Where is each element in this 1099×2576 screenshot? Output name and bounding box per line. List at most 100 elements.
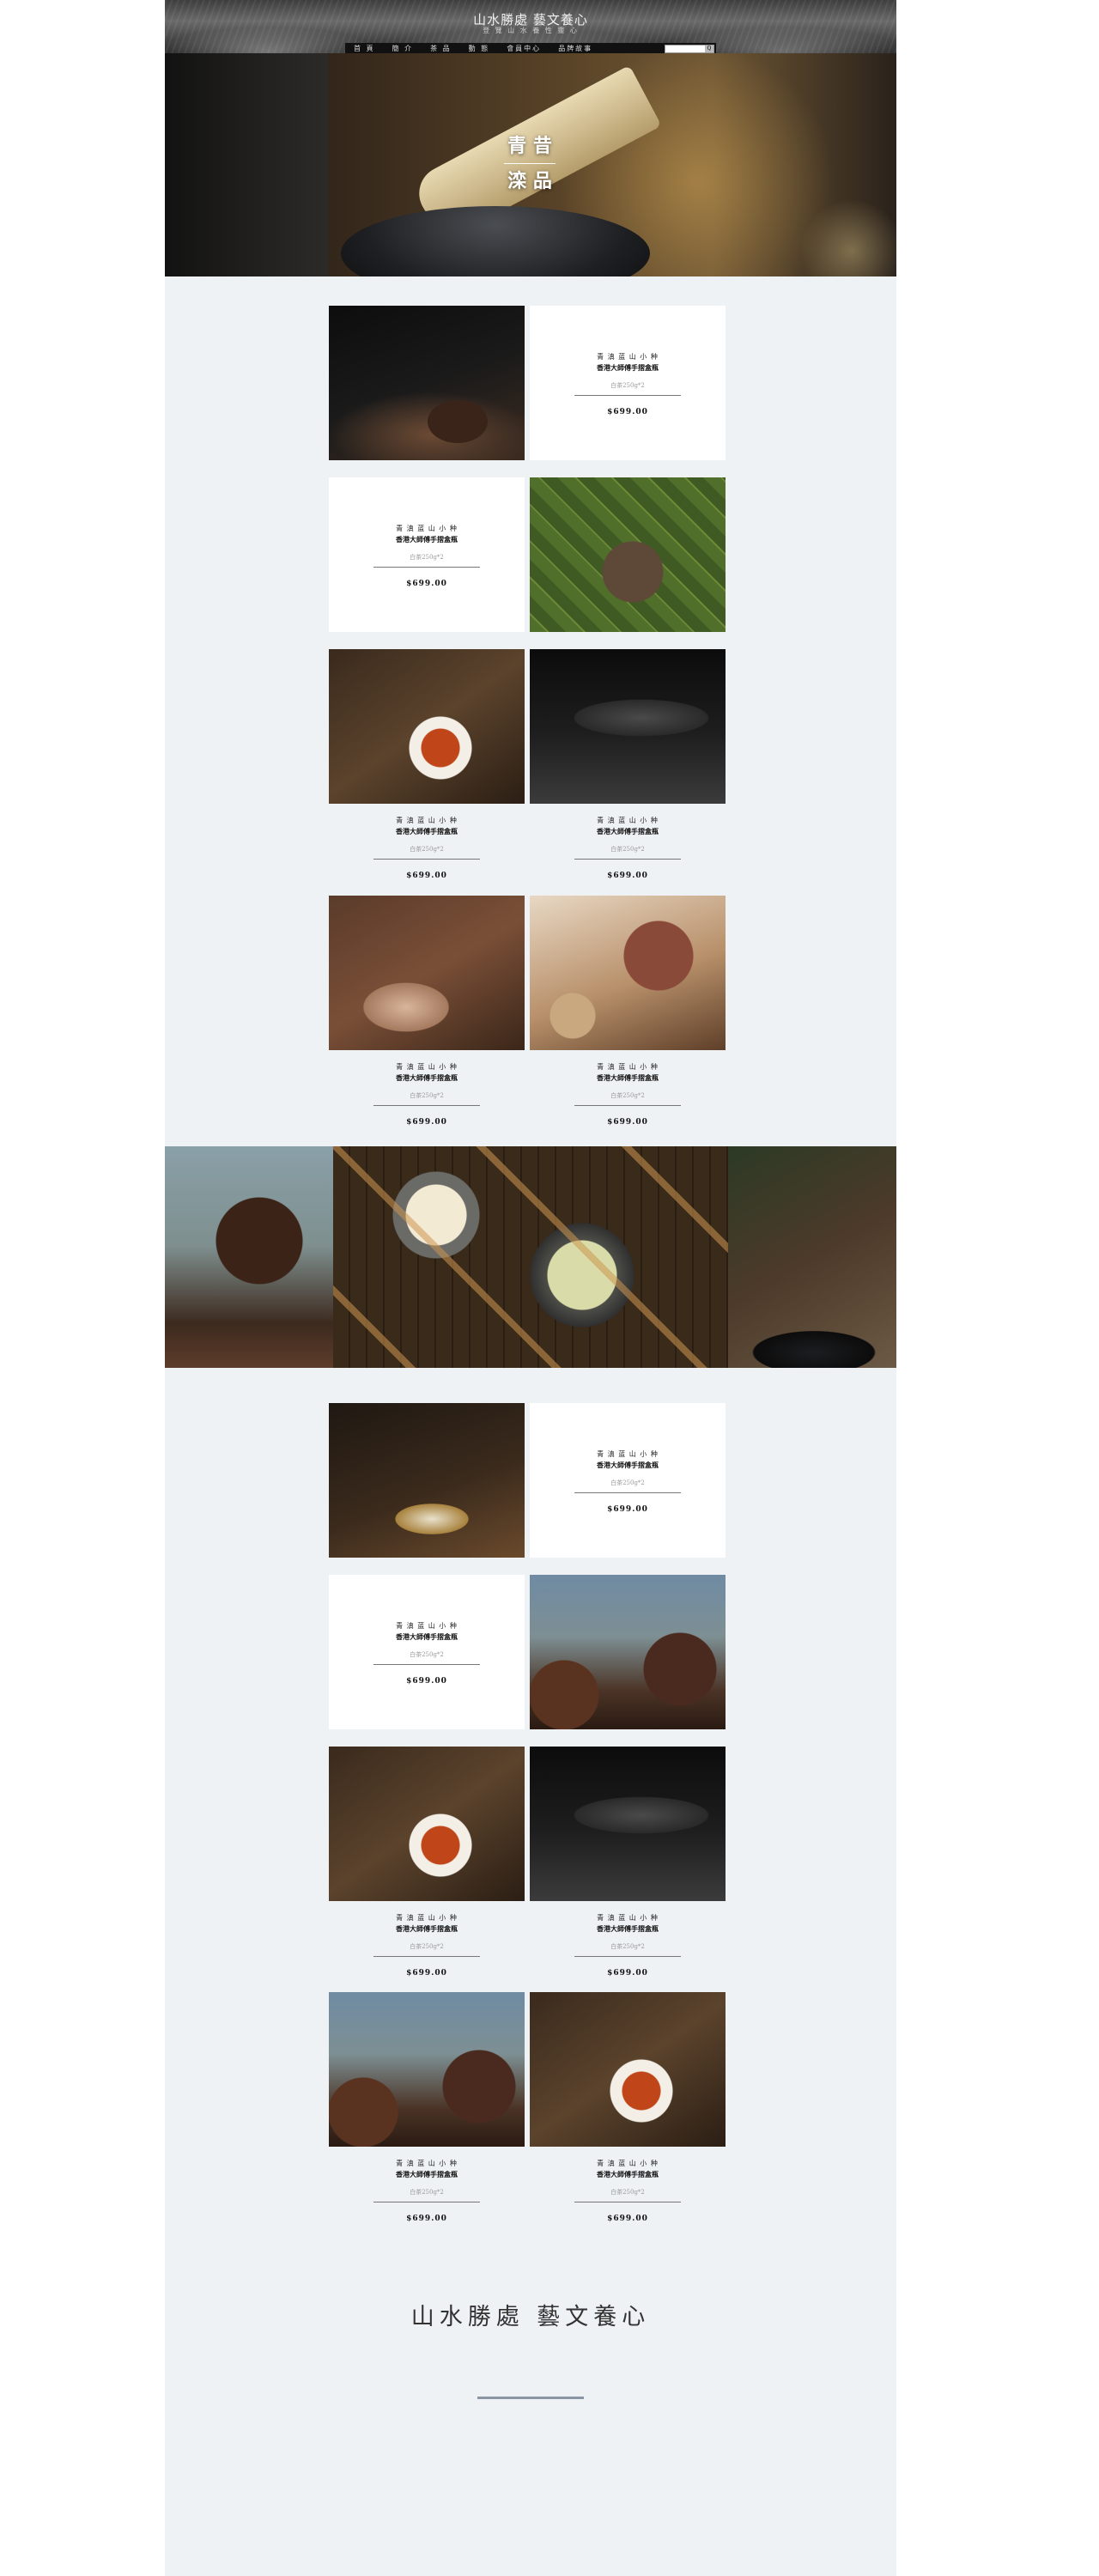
product-spec: 白茶250g*2	[410, 1092, 444, 1099]
nav-item-intro[interactable]: 簡 介	[384, 44, 422, 53]
product-name[interactable]: 香港大師傅手摺盒瓶	[329, 2170, 525, 2179]
search-button[interactable]: Q	[705, 46, 713, 52]
product-name[interactable]: 香港大師傅手摺盒瓶	[530, 827, 726, 836]
product-photo[interactable]	[329, 1747, 525, 1901]
product-name: 香港大師傅手摺盒瓶	[396, 1632, 458, 1641]
product-photo[interactable]	[329, 1992, 525, 2147]
product-photo[interactable]	[530, 1747, 726, 1901]
product-name[interactable]: 香港大師傅手摺盒瓶	[329, 827, 525, 836]
banner-teapot-image	[165, 1146, 333, 1368]
search-box: Q	[665, 45, 714, 53]
product-photo[interactable]	[530, 1992, 726, 2147]
product-price: $699.00	[406, 872, 447, 880]
product-brand: 青 滇 蓝 山 小 种	[396, 525, 458, 532]
product-name[interactable]: 香港大師傅手摺盒瓶	[530, 1924, 726, 1934]
product-divider	[373, 567, 480, 568]
product-spec: 白茶250g*2	[610, 1943, 645, 1950]
product-divider	[373, 1664, 480, 1665]
hero-title-line1: 青 昔	[507, 135, 552, 157]
product-spec: 白茶250g*2	[610, 2189, 645, 2196]
banner-tea-scoop-image	[728, 1146, 896, 1368]
product-price: $699.00	[406, 1677, 447, 1686]
hero-title-line2: 滦 品	[507, 170, 552, 192]
nav-item-home[interactable]: 首 頁	[345, 44, 384, 53]
nav-item-story[interactable]: 品牌故事	[550, 44, 601, 53]
site-logo-subtitle: 登 覽 山 水 養 性 靈 心	[483, 27, 579, 34]
product-photo[interactable]	[530, 1575, 726, 1729]
product-photo[interactable]	[329, 649, 525, 804]
product-card[interactable]: 青 滇 蓝 山 小 种 香港大師傅手摺盒瓶 白茶250g*2 $699.00	[329, 1575, 525, 1729]
product-photo[interactable]	[530, 896, 726, 1050]
product-brand: 青 滇 蓝 山 小 种	[597, 1450, 659, 1458]
product-divider	[574, 1492, 681, 1493]
product-photo[interactable]	[329, 306, 525, 460]
nav-item-tea[interactable]: 茶 品	[422, 44, 460, 53]
product-caption: 青 滇 蓝 山 小 种 香港大師傅手摺盒瓶 白茶250g*2 $699.00	[329, 804, 525, 880]
product-brand: 青 滇 蓝 山 小 种	[597, 1914, 659, 1922]
product-photo[interactable]	[329, 1403, 525, 1558]
product-name: 香港大師傅手摺盒瓶	[396, 535, 458, 544]
product-brand: 青 滇 蓝 山 小 种	[597, 1063, 659, 1071]
hero-arm-image	[165, 53, 328, 276]
product-spec: 白茶250g*2	[610, 846, 645, 853]
product-price: $699.00	[406, 580, 447, 588]
site-header: 山水勝處 藝文養心 登 覽 山 水 養 性 靈 心 首 頁 簡 介 茶 品 動 …	[165, 0, 896, 53]
product-price: $699.00	[607, 872, 648, 880]
product-brand: 青 滇 蓝 山 小 种	[597, 353, 659, 361]
product-name: 香港大師傅手摺盒瓶	[597, 1461, 659, 1469]
photo-banner	[165, 1146, 896, 1368]
nav-item-news[interactable]: 動 態	[460, 44, 499, 53]
product-divider	[574, 859, 681, 860]
product-name[interactable]: 香港大師傅手摺盒瓶	[530, 1073, 726, 1083]
product-card[interactable]: 青 滇 蓝 山 小 种 香港大師傅手摺盒瓶 白茶250g*2 $699.00	[329, 477, 525, 632]
main-nav: 首 頁 簡 介 茶 品 動 態 會員中心 品牌故事	[345, 43, 716, 53]
product-brand: 青 滇 蓝 山 小 种	[396, 1914, 458, 1922]
product-photo[interactable]	[530, 477, 726, 632]
product-name[interactable]: 香港大師傅手摺盒瓶	[530, 2170, 726, 2179]
nav-item-member[interactable]: 會員中心	[498, 44, 550, 53]
product-brand: 青 滇 蓝 山 小 种	[396, 1622, 458, 1630]
product-spec: 白茶250g*2	[610, 1092, 645, 1099]
product-divider	[574, 1105, 681, 1106]
product-card[interactable]: 青 滇 蓝 山 小 种 香港大師傅手摺盒瓶 白茶250g*2 $699.00	[530, 306, 726, 460]
product-spec: 白茶250g*2	[410, 2189, 444, 2196]
product-divider	[574, 395, 681, 396]
product-caption: 青 滇 蓝 山 小 种 香港大師傅手摺盒瓶 白茶250g*2 $699.00	[530, 804, 726, 880]
product-price: $699.00	[607, 1118, 648, 1127]
page-container: 山水勝處 藝文養心 登 覽 山 水 養 性 靈 心 首 頁 簡 介 茶 品 動 …	[165, 0, 896, 2576]
product-photo[interactable]	[329, 896, 525, 1050]
product-caption: 青 滇 蓝 山 小 种 香港大師傅手摺盒瓶 白茶250g*2 $699.00	[530, 1050, 726, 1127]
product-spec: 白茶250g*2	[610, 1479, 645, 1486]
search-input[interactable]	[665, 46, 705, 52]
hero-title: 青 昔 滦 品	[491, 129, 568, 198]
product-price: $699.00	[406, 2215, 447, 2223]
product-caption: 青 滇 蓝 山 小 种 香港大師傅手摺盒瓶 白茶250g*2 $699.00	[329, 1901, 525, 1978]
hero-tea-bowl-image	[341, 206, 650, 276]
product-brand: 青 滇 蓝 山 小 种	[396, 1063, 458, 1071]
product-price: $699.00	[607, 2215, 648, 2223]
product-divider	[373, 1956, 480, 1957]
product-divider	[373, 859, 480, 860]
product-price: $699.00	[607, 408, 648, 416]
product-spec: 白茶250g*2	[610, 382, 645, 389]
product-caption: 青 滇 蓝 山 小 种 香港大師傅手摺盒瓶 白茶250g*2 $699.00	[530, 1901, 726, 1978]
product-name: 香港大師傅手摺盒瓶	[597, 363, 659, 372]
product-spec: 白茶250g*2	[410, 846, 444, 853]
product-caption: 青 滇 蓝 山 小 种 香港大師傅手摺盒瓶 白茶250g*2 $699.00	[329, 2147, 525, 2223]
product-card[interactable]: 青 滇 蓝 山 小 种 香港大師傅手摺盒瓶 白茶250g*2 $699.00	[530, 1403, 726, 1558]
product-spec: 白茶250g*2	[410, 1651, 444, 1658]
product-name[interactable]: 香港大師傅手摺盒瓶	[329, 1073, 525, 1083]
product-brand: 青 滇 蓝 山 小 种	[597, 2160, 659, 2167]
product-spec: 白茶250g*2	[410, 554, 444, 561]
product-price: $699.00	[607, 1969, 648, 1978]
product-brand: 青 滇 蓝 山 小 种	[597, 817, 659, 824]
product-caption: 青 滇 蓝 山 小 种 香港大師傅手摺盒瓶 白茶250g*2 $699.00	[530, 2147, 726, 2223]
product-name[interactable]: 香港大師傅手摺盒瓶	[329, 1924, 525, 1934]
product-photo[interactable]	[530, 649, 726, 804]
product-divider	[574, 1956, 681, 1957]
product-brand: 青 滇 蓝 山 小 种	[396, 817, 458, 824]
product-price: $699.00	[406, 1118, 447, 1127]
product-price: $699.00	[406, 1969, 447, 1978]
product-caption: 青 滇 蓝 山 小 种 香港大師傅手摺盒瓶 白茶250g*2 $699.00	[329, 1050, 525, 1127]
banner-tea-cups-image	[333, 1146, 728, 1368]
